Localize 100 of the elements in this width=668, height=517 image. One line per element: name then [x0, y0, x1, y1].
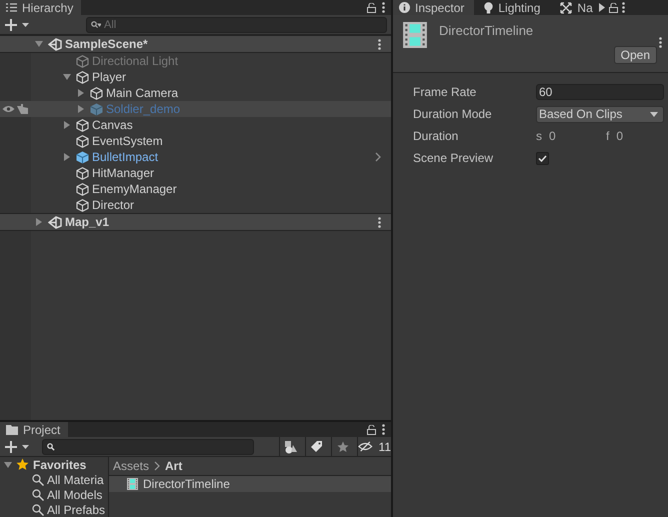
prefab-cube-icon: [76, 150, 89, 164]
item-label: Canvas: [92, 118, 133, 132]
lock-icon[interactable]: [367, 2, 376, 12]
field-label: Duration: [413, 129, 460, 143]
lock-icon[interactable]: [367, 424, 376, 434]
lock-icon[interactable]: [608, 2, 618, 12]
hierarchy-item[interactable]: EventSystem: [0, 133, 391, 149]
favorite-search-item[interactable]: All Materia: [0, 472, 108, 487]
checkmark-icon: [538, 154, 547, 162]
more-options-icon[interactable]: [378, 38, 381, 50]
expand-arrow-icon[interactable]: [4, 460, 12, 468]
item-label: EventSystem: [92, 134, 163, 148]
field-label: Frame Rate: [413, 85, 478, 99]
search-field[interactable]: All: [86, 16, 387, 32]
cube-icon: [90, 86, 103, 100]
item-label: Player: [92, 70, 126, 84]
expand-arrow-icon[interactable]: [63, 73, 71, 81]
search-icon: [47, 442, 55, 450]
item-label: Director: [92, 198, 134, 212]
unity-scene-icon: [48, 38, 62, 50]
asset-item[interactable]: DirectorTimeline: [109, 476, 391, 492]
search-field[interactable]: [42, 438, 254, 454]
more-options-icon[interactable]: [622, 2, 625, 13]
cube-icon: [76, 198, 89, 212]
hierarchy-item[interactable]: Map_v1: [0, 213, 391, 231]
more-options-icon[interactable]: [659, 37, 662, 48]
expand-arrow-icon[interactable]: [35, 40, 43, 48]
unity-scene-icon: [48, 216, 62, 228]
cube-icon: [76, 182, 89, 196]
list-icon: [6, 3, 17, 12]
item-label: Directional Light: [92, 54, 178, 68]
folder-icon: [6, 424, 18, 434]
hierarchy-item[interactable]: Player: [0, 69, 391, 85]
dropdown[interactable]: Based On Clips: [536, 106, 664, 122]
cube-icon: [76, 166, 89, 180]
star-icon: [336, 440, 348, 452]
chevron-right-icon: [154, 461, 160, 471]
checkbox[interactable]: [536, 152, 549, 164]
film-strip-icon: [127, 478, 138, 490]
prefab-cube-icon: [90, 102, 103, 116]
hierarchy-item[interactable]: Canvas: [0, 117, 391, 133]
search-icon: [32, 488, 44, 500]
add-dropdown-icon[interactable]: [4, 18, 30, 32]
lightbulb-icon: [484, 2, 494, 14]
field-label: Duration Mode: [413, 107, 493, 121]
item-label: Map_v1: [65, 215, 110, 229]
breadcrumb-item[interactable]: Assets: [113, 459, 150, 473]
favorite-search-item[interactable]: All Models: [0, 487, 108, 502]
hierarchy-item[interactable]: BulletImpact: [0, 149, 391, 165]
cube-icon: [76, 70, 89, 84]
search-icon: [32, 474, 44, 486]
eye-slash-icon: [358, 441, 373, 452]
item-label: Main Camera: [106, 86, 178, 100]
open-button[interactable]: Open: [614, 46, 657, 64]
chevron-right-icon[interactable]: [375, 152, 381, 162]
hierarchy-item[interactable]: EnemyManager: [0, 181, 391, 197]
arrows-icon: [560, 2, 572, 14]
hierarchy-item[interactable]: Director: [0, 197, 391, 213]
caret-icon: [650, 112, 658, 116]
more-options-icon[interactable]: [378, 216, 381, 228]
hierarchy-item[interactable]: SampleScene*: [0, 35, 391, 53]
expand-arrow-icon[interactable]: [63, 153, 71, 161]
seconds-value[interactable]: 0: [549, 129, 599, 143]
hidden-packages-button[interactable]: 11: [357, 437, 391, 456]
more-options-icon[interactable]: [382, 2, 385, 13]
cube-icon: [76, 54, 89, 68]
search-icon: [91, 20, 101, 28]
cube-icon: [76, 118, 89, 132]
star-icon: [16, 458, 29, 471]
asset-title: DirectorTimeline: [439, 22, 534, 38]
item-label: SampleScene*: [65, 37, 148, 51]
expand-arrow-icon[interactable]: [35, 218, 43, 226]
search-icon: [32, 504, 44, 516]
hierarchy-tab[interactable]: Hierarchy: [0, 0, 82, 15]
cube-icon: [76, 134, 89, 148]
item-label: HitManager: [92, 166, 154, 180]
favorites-label[interactable]: Favorites: [33, 458, 86, 472]
frames-label: f: [606, 129, 610, 143]
frames-value[interactable]: 0: [616, 129, 666, 143]
hierarchy-item[interactable]: HitManager: [0, 165, 391, 181]
expand-arrow-icon[interactable]: [63, 121, 71, 129]
item-label: Soldier_demo: [106, 102, 180, 116]
hierarchy-item[interactable]: Main Camera: [0, 85, 391, 101]
input-field[interactable]: 60: [536, 84, 664, 100]
shapes-icon: [284, 440, 298, 454]
item-label: BulletImpact: [92, 150, 158, 164]
more-options-icon[interactable]: [382, 424, 385, 435]
tag-icon: [310, 440, 323, 453]
add-dropdown-icon[interactable]: [4, 440, 30, 454]
info-icon: [399, 2, 410, 13]
inspector-tab[interactable]: Inspector: [393, 0, 474, 15]
seconds-label: s: [536, 129, 542, 143]
item-label: EnemyManager: [92, 182, 177, 196]
breadcrumb-item[interactable]: Art: [165, 459, 182, 473]
field-label: Scene Preview: [413, 151, 494, 165]
tab-overflow-icon[interactable]: [598, 3, 605, 12]
project-tab[interactable]: Project: [0, 422, 68, 437]
film-strip-icon: [403, 22, 427, 48]
favorite-search-item[interactable]: All Prefabs: [0, 502, 108, 517]
expand-arrow-icon[interactable]: [77, 89, 85, 97]
